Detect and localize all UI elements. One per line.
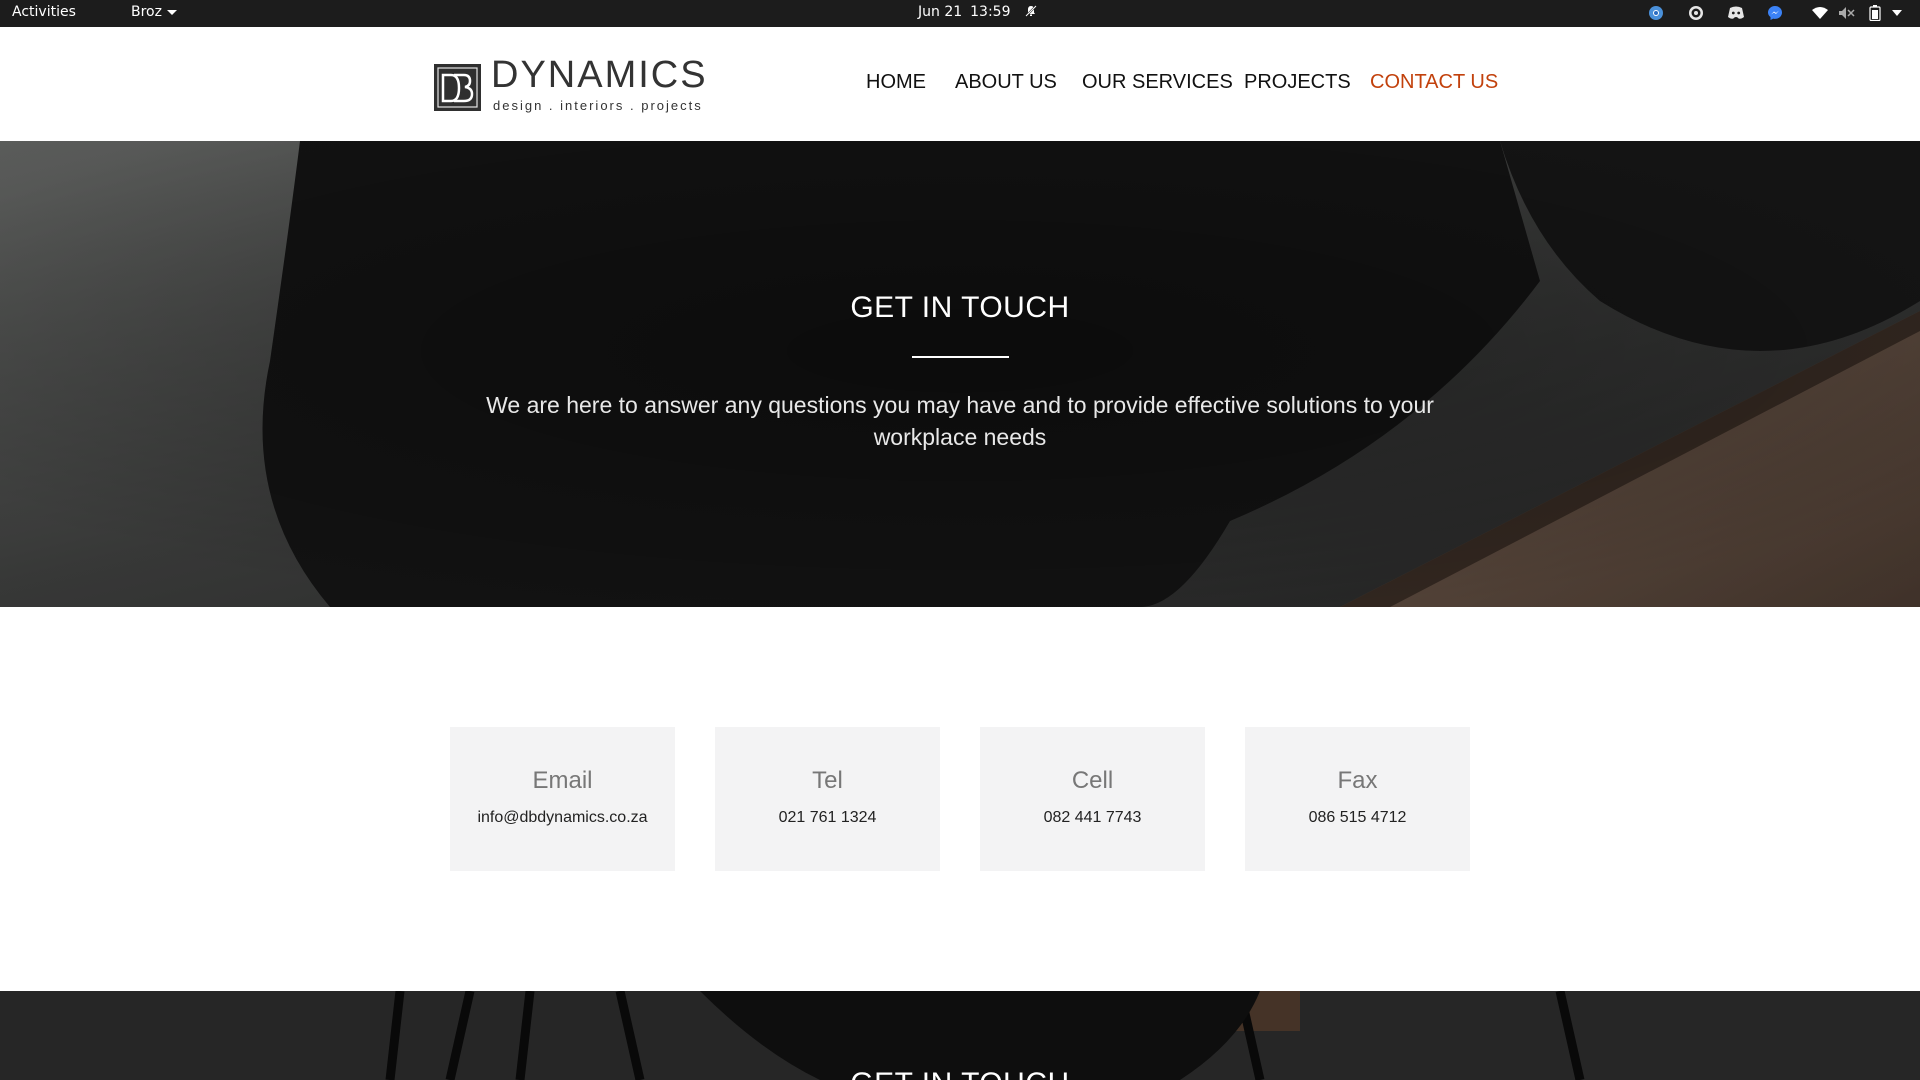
contact-card-email: Email info@dbdynamics.co.za (450, 727, 675, 871)
contact-card-title: Tel (812, 767, 843, 794)
main-nav: HOME ABOUT US OUR SERVICES PROJECTS CONT… (0, 71, 1920, 101)
contact-card-title: Email (532, 767, 593, 794)
chrome-icon[interactable] (1648, 5, 1664, 21)
clock-time: 13:59 (970, 4, 1011, 20)
contact-card-title: Cell (1071, 767, 1114, 794)
system-top-bar: Activities Broz Jun 21 13:59 (0, 0, 1920, 27)
hero-description: We are here to answer any questions you … (486, 392, 1434, 450)
contact-email-link[interactable]: info@dbdynamics.co.za (450, 809, 675, 827)
messenger-icon[interactable] (1767, 5, 1783, 21)
contact-card-tel: Tel 021 761 1324 (715, 727, 940, 871)
nav-our-services[interactable]: OUR SERVICES (1082, 71, 1233, 94)
activities-button[interactable]: Activities (12, 4, 76, 20)
obs-icon[interactable] (1688, 5, 1704, 21)
nav-projects[interactable]: PROJECTS (1244, 71, 1351, 94)
app-menu-label: Broz (131, 4, 162, 20)
notifications-off-icon (1025, 5, 1037, 17)
contact-card-fax: Fax 086 515 4712 (1245, 727, 1470, 871)
section-title: GET IN TOUCH (0, 1067, 1920, 1080)
wifi-icon[interactable] (1811, 5, 1829, 21)
contact-cards: Email info@dbdynamics.co.za Tel 021 761 … (0, 727, 1920, 871)
contact-card-cell: Cell 082 441 7743 (980, 727, 1205, 871)
contact-fax-value: 086 515 4712 (1308, 809, 1407, 826)
contact-form-section: GET IN TOUCH (0, 991, 1920, 1080)
hero-background-image (0, 141, 1920, 607)
app-menu[interactable]: Broz (131, 4, 177, 20)
site-header: DYNAMICS design . interiors . projects H… (0, 27, 1920, 141)
hero-banner: GET IN TOUCH We are here to answer any q… (0, 141, 1920, 607)
nav-about-us[interactable]: ABOUT US (955, 71, 1057, 94)
clock[interactable]: Jun 21 13:59 (918, 4, 1037, 20)
discord-icon[interactable] (1727, 5, 1745, 21)
system-menu-caret-icon[interactable] (1891, 5, 1903, 21)
contact-cell-value: 082 441 7743 (1043, 809, 1142, 826)
hero-divider (912, 356, 1009, 358)
hero-title: GET IN TOUCH (850, 291, 1070, 324)
battery-icon[interactable] (1868, 5, 1882, 21)
contact-tel-value: 021 761 1324 (778, 809, 877, 826)
nav-home[interactable]: HOME (866, 71, 926, 94)
clock-date: Jun 21 (918, 4, 963, 20)
chevron-down-icon (166, 9, 177, 15)
volume-muted-icon[interactable] (1838, 5, 1856, 21)
nav-contact-us[interactable]: CONTACT US (1370, 71, 1498, 94)
contact-card-title: Fax (1337, 767, 1378, 794)
